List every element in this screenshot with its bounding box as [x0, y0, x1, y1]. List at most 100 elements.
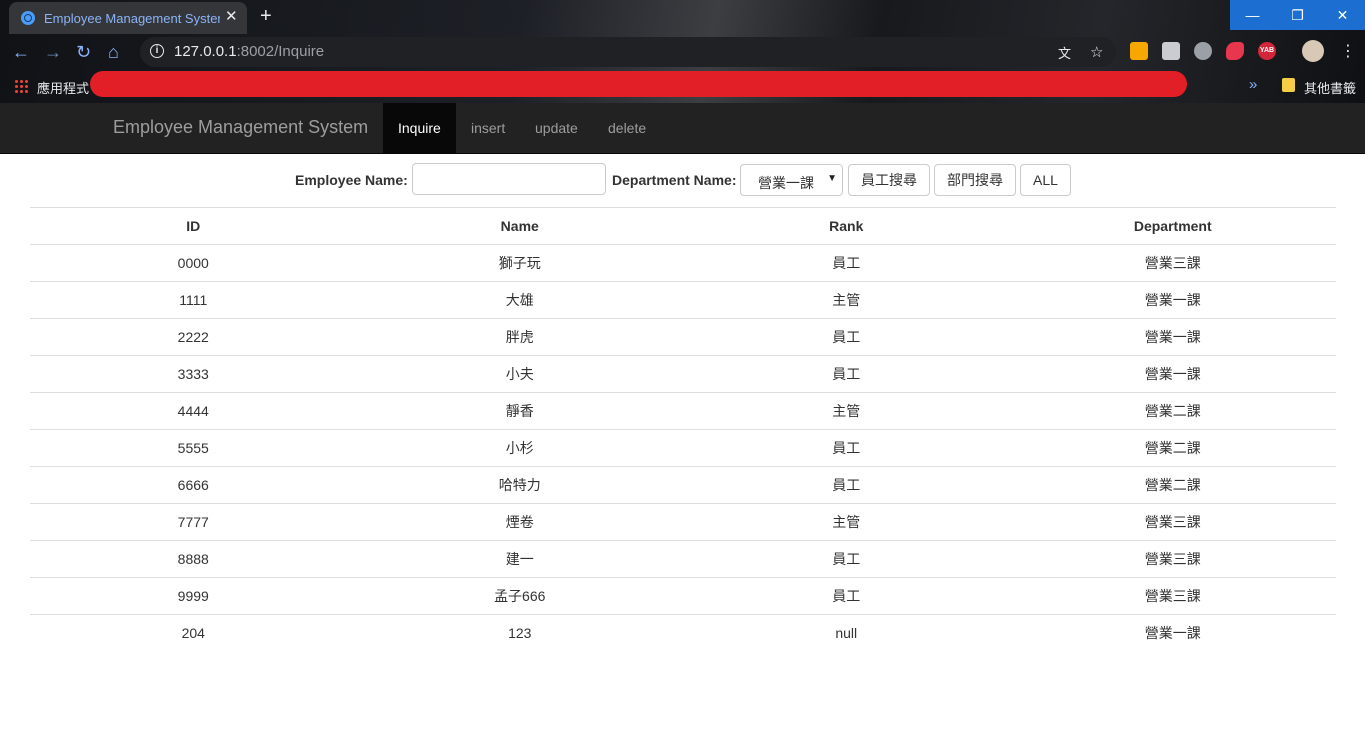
employee-search-button[interactable]: 員工搜尋	[848, 164, 930, 196]
tab-strip: Employee Management System ✕ + — ❐ ✕	[0, 0, 1365, 34]
cell-department: 營業二課	[1009, 429, 1336, 467]
nav-item-delete[interactable]: delete	[593, 103, 661, 153]
table-row: 8888 建一 員工 營業三課	[30, 540, 1336, 578]
table-row: 9999 孟子666 員工 營業三課	[30, 577, 1336, 615]
cell-name: 建一	[356, 540, 683, 578]
employee-table: ID Name Rank Department 0000 獅子玩 員工 營業三課 1111 大雄…	[30, 207, 1336, 651]
nav-item-insert[interactable]: insert	[456, 103, 520, 153]
cell-id: 2222	[30, 318, 357, 356]
url-path: :8002/Inquire	[236, 43, 325, 60]
tab-close-icon[interactable]: ✕	[225, 9, 238, 25]
cell-name: 哈特力	[356, 466, 683, 504]
all-button[interactable]: ALL	[1020, 164, 1071, 196]
column-header-name: Name	[356, 207, 683, 245]
cell-rank: 主管	[683, 281, 1010, 319]
forward-arrow-icon[interactable]: →	[44, 42, 62, 62]
bookmarks-bar: 應用程式 » 其他書籤	[0, 70, 1365, 102]
cell-rank: 員工	[683, 318, 1010, 356]
cell-department: 營業三課	[1009, 503, 1336, 541]
url-text: 127.0.0.1:8002/Inquire	[174, 43, 324, 60]
department-search-button[interactable]: 部門搜尋	[934, 164, 1016, 196]
cell-rank: 員工	[683, 466, 1010, 504]
cell-name: 孟子666	[356, 577, 683, 615]
star-icon[interactable]: ☆	[1090, 43, 1103, 61]
table-body: 0000 獅子玩 員工 營業三課 1111 大雄 主管 營業一課 2222 胖虎 員工 營業一課 333…	[30, 244, 1336, 651]
cell-department: 營業一課	[1009, 355, 1336, 393]
address-bar[interactable]: i 127.0.0.1:8002/Inquire 文 ☆	[140, 37, 1116, 67]
cell-department: 營業三課	[1009, 244, 1336, 282]
info-icon[interactable]: i	[150, 44, 164, 58]
cell-name: 小夫	[356, 355, 683, 393]
extension-icon[interactable]	[1162, 42, 1180, 60]
cell-id: 8888	[30, 540, 357, 578]
browser-tab[interactable]: Employee Management System ✕	[9, 2, 247, 34]
cell-department: 營業二課	[1009, 466, 1336, 504]
dropdown-caret-icon: ▼	[827, 173, 837, 184]
nav-item-inquire[interactable]: Inquire	[383, 103, 456, 153]
bookmarks-overflow-icon[interactable]: »	[1249, 76, 1257, 93]
table-row: 3333 小夫 員工 營業一課	[30, 355, 1336, 393]
table-row: 0000 獅子玩 員工 營業三課	[30, 244, 1336, 282]
cell-rank: 員工	[683, 355, 1010, 393]
cell-id: 3333	[30, 355, 357, 393]
cell-id: 7777	[30, 503, 357, 541]
globe-icon	[21, 11, 35, 25]
apps-bookmark[interactable]: 應用程式	[37, 78, 89, 97]
reload-icon[interactable]: ↻	[76, 42, 91, 62]
table-row: 1111 大雄 主管 營業一課	[30, 281, 1336, 319]
table-header-row: ID Name Rank Department	[30, 207, 1336, 245]
folder-icon	[1282, 78, 1295, 92]
restore-button[interactable]: ❐	[1275, 0, 1320, 30]
cell-name: 大雄	[356, 281, 683, 319]
cell-name: 小杉	[356, 429, 683, 467]
new-tab-button[interactable]: +	[260, 6, 272, 26]
cell-id: 4444	[30, 392, 357, 430]
cell-id: 204	[30, 614, 357, 651]
cell-rank: null	[683, 614, 1010, 651]
column-header-department: Department	[1009, 207, 1336, 245]
table-row: 204 123 null 營業一課	[30, 614, 1336, 651]
cell-name: 獅子玩	[356, 244, 683, 282]
column-header-rank: Rank	[683, 207, 1010, 245]
yab-extension-icon[interactable]: YAB	[1258, 42, 1276, 60]
column-header-id: ID	[30, 207, 357, 245]
url-host: 127.0.0.1	[174, 43, 237, 60]
extension-owl-icon[interactable]	[1194, 42, 1212, 60]
extension-icon[interactable]	[1130, 42, 1148, 60]
cell-department: 營業二課	[1009, 392, 1336, 430]
table-row: 2222 胖虎 員工 營業一課	[30, 318, 1336, 356]
other-bookmarks[interactable]: 其他書籤	[1304, 78, 1356, 97]
apps-grid-icon[interactable]	[14, 79, 28, 93]
cell-rank: 主管	[683, 503, 1010, 541]
table-row: 4444 靜香 主管 營業二課	[30, 392, 1336, 430]
nav-item-update[interactable]: update	[520, 103, 593, 153]
cell-department: 營業一課	[1009, 281, 1336, 319]
cell-name: 123	[356, 614, 683, 651]
browser-toolbar: ← → ↻ ⌂ i 127.0.0.1:8002/Inquire 文 ☆ YAB…	[0, 34, 1365, 70]
close-window-button[interactable]: ✕	[1320, 0, 1365, 30]
cell-id: 1111	[30, 281, 357, 319]
cell-department: 營業三課	[1009, 577, 1336, 615]
employee-name-input[interactable]	[412, 163, 606, 195]
redacted-bookmarks	[90, 71, 1187, 97]
minimize-button[interactable]: —	[1230, 0, 1275, 30]
cell-rank: 員工	[683, 577, 1010, 615]
cell-rank: 員工	[683, 429, 1010, 467]
employee-name-label: Employee Name:	[295, 172, 408, 188]
tab-title: Employee Management System	[44, 11, 220, 26]
department-select[interactable]: 營業一課 ▼	[740, 164, 843, 196]
browser-chrome: Employee Management System ✕ + — ❐ ✕ ← →…	[0, 0, 1365, 103]
cell-department: 營業一課	[1009, 318, 1336, 356]
cell-id: 9999	[30, 577, 357, 615]
cell-name: 靜香	[356, 392, 683, 430]
avatar[interactable]	[1302, 40, 1324, 62]
navbar-brand[interactable]: Employee Management System	[113, 117, 368, 138]
table-row: 6666 哈特力 員工 營業二課	[30, 466, 1336, 504]
menu-kebab-icon[interactable]: ⋮	[1340, 42, 1356, 62]
home-icon[interactable]: ⌂	[108, 42, 119, 62]
translate-icon[interactable]: 文	[1058, 43, 1071, 62]
cell-department: 營業三課	[1009, 540, 1336, 578]
department-select-value: 營業一課	[758, 175, 814, 191]
back-arrow-icon[interactable]: ←	[12, 42, 30, 62]
extension-icon[interactable]	[1226, 42, 1244, 60]
